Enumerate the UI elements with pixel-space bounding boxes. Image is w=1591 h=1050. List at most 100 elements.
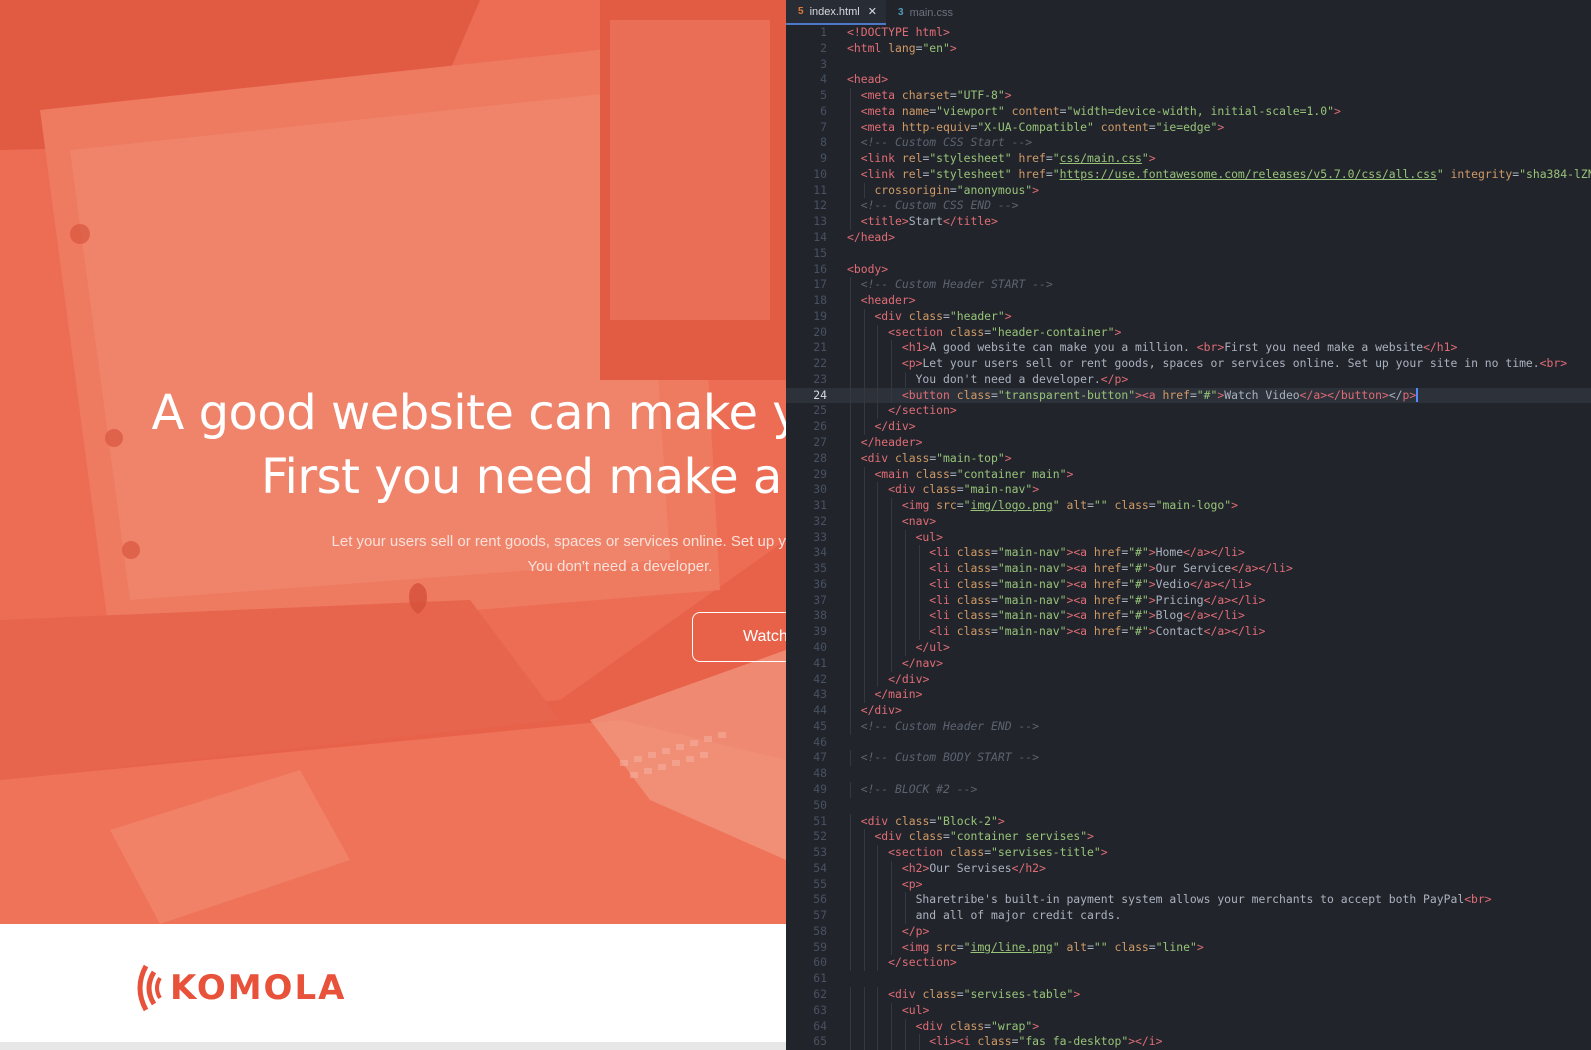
code-line[interactable]: 31 <img src="img/logo.png" alt="" class=… [786, 498, 1591, 514]
code-token: </ul> [915, 640, 950, 655]
code-area[interactable]: 1 <!DOCTYPE html> 2 <html lang="en"> 3 4 <head… [786, 25, 1591, 1050]
code-line[interactable]: 16 <body> [786, 262, 1591, 278]
code-token: <head> [847, 72, 889, 87]
code-line[interactable]: 56 Sharetribe's built-in payment system … [786, 892, 1591, 909]
code-text: crossorigin="anonymous"> [847, 183, 1039, 199]
code-line[interactable]: 57 and all of major credit cards. [786, 908, 1591, 924]
code-line[interactable]: 11 crossorigin="anonymous"> [786, 182, 1591, 199]
tab-main-css[interactable]: 3 main.css [890, 0, 978, 25]
code-line[interactable]: 64 <div class="wrap"> [786, 1018, 1591, 1035]
code-line[interactable]: 29 <main class="container main"> [786, 466, 1591, 483]
code-line[interactable]: 30 <div class="main-nav"> [786, 482, 1591, 499]
code-token: "" [1093, 939, 1108, 954]
code-line[interactable]: 34 <li class="main-nav"><a href="#">Home… [786, 545, 1591, 562]
code-line[interactable]: 41 </nav> [786, 655, 1591, 672]
watch-video-button[interactable]: Watch Video [692, 612, 786, 662]
code-line[interactable]: 33 <ul> [786, 529, 1591, 546]
code-line[interactable]: 51 <div class="Block-2"> [786, 813, 1591, 830]
code-line[interactable]: 1 <!DOCTYPE html> [786, 25, 1591, 41]
line-number: 29 [813, 466, 827, 481]
code-line[interactable]: 6 <meta name="viewport" content="width=d… [786, 103, 1591, 120]
code-line[interactable]: 7 <meta http-equiv = "X-UA-Compatible" con… [786, 119, 1591, 136]
code-token: class [977, 1034, 1012, 1049]
code-line[interactable]: 15 [786, 246, 1591, 262]
code-line[interactable]: 55 <p> [786, 876, 1591, 893]
code-line[interactable]: 59 <img src="img/line.png" alt="" class=… [786, 939, 1591, 956]
code-line[interactable]: 17 <!-- Custom Header START --> [786, 277, 1591, 294]
code-line[interactable]: 8 <!-- Custom CSS Start --> [786, 135, 1591, 152]
code-line[interactable]: 63 <ul> [786, 1002, 1591, 1019]
code-line[interactable]: 27 </header> [786, 435, 1591, 451]
code-line[interactable]: 50 [786, 798, 1591, 814]
code-token: "fas fa-desktop" [1018, 1034, 1129, 1049]
code-line[interactable]: 39 <li class="main-nav"><a href="#">Cont… [786, 624, 1591, 641]
code-line[interactable]: 36 <li class="main-nav"><a href="#">Vedi… [786, 576, 1591, 593]
code-line[interactable]: 37 <li class="main-nav"><a href="#">Pric… [786, 592, 1591, 609]
line-number: 21 [813, 340, 827, 355]
code-token: <a [1073, 624, 1094, 639]
code-text: </section> [847, 955, 957, 971]
code-line[interactable]: 20 <section class="header-container"> [786, 324, 1591, 341]
code-line[interactable]: 32 <nav> [786, 513, 1591, 530]
code-line[interactable]: 4 <head> [786, 72, 1591, 88]
code-line[interactable]: 9 <link rel="stylesheet" href="css/main.… [786, 151, 1591, 167]
code-token: > [1217, 119, 1225, 134]
code-line[interactable]: 21 <h1>A good website can make you a mil… [786, 340, 1591, 357]
code-line[interactable]: 23 You don't need a developer.</p> [786, 371, 1591, 388]
code-line[interactable]: 40 </ul> [786, 640, 1591, 656]
code-text: <img src="img/logo.png" alt="" class="ma… [847, 498, 1238, 514]
code-token: and all of major credit cards. [847, 908, 1122, 923]
code-token: class [908, 308, 944, 323]
code-line[interactable]: 25 </section> [786, 403, 1591, 420]
code-token: class [956, 624, 992, 639]
code-token: > [1148, 561, 1156, 576]
code-line[interactable]: 60 </section> [786, 955, 1591, 972]
code-line[interactable]: 49 <!-- BLOCK #2 --> [786, 781, 1591, 798]
code-line[interactable]: 38 <li class="main-nav"><a href="#">Blog… [786, 608, 1591, 625]
code-line[interactable]: 46 [786, 735, 1591, 751]
code-line[interactable]: 19 <div class="header"> [786, 308, 1591, 325]
code-token: " [1141, 151, 1149, 166]
code-token: "ie=edge" [1155, 119, 1218, 134]
code-line[interactable]: 47 <!-- Custom BODY START --> [786, 750, 1591, 767]
code-token: </section> [888, 955, 957, 970]
tab-label: main.css [909, 6, 953, 19]
code-line[interactable]: 2 <html lang="en"> [786, 41, 1591, 57]
code-line[interactable]: 22 <p>Let your users sell or rent goods,… [786, 356, 1591, 372]
code-line[interactable]: 13 <title>Start</title> [786, 214, 1591, 230]
code-line[interactable]: 12 <!-- Custom CSS END --> [786, 198, 1591, 215]
code-token: "main-nav" [997, 561, 1067, 576]
code-line[interactable]: 52 <div class="container servises"> [786, 829, 1591, 846]
code-line[interactable]: 61 [786, 971, 1591, 987]
code-token: </div> [874, 419, 916, 434]
code-line[interactable]: 18 <header> [786, 293, 1591, 309]
code-line[interactable]: 62 <div class="servises-table"> [786, 986, 1591, 1003]
code-line[interactable]: 65 <li><i class="fas fa-desktop"></i> [786, 1034, 1591, 1050]
code-line[interactable]: 5 <meta charset="UTF-8"> [786, 88, 1591, 104]
code-line[interactable]: 35 <li class="main-nav"><a href="#">Our … [786, 561, 1591, 577]
code-line[interactable]: 14 </head> [786, 230, 1591, 246]
line-number: 8 [820, 135, 827, 150]
code-line[interactable]: 44 </div> [786, 703, 1591, 719]
code-line[interactable]: 42 </div> [786, 671, 1591, 688]
code-line[interactable]: 24 <button class="transparent-button"><a… [786, 387, 1591, 404]
code-line[interactable]: 45 <!-- Custom Header END --> [786, 718, 1591, 735]
code-line[interactable]: 43 </main> [786, 687, 1591, 704]
code-line[interactable]: 10 <link rel="stylesheet" href="https://… [786, 166, 1591, 183]
code-line[interactable]: 3 [786, 57, 1591, 73]
code-line[interactable]: 48 [786, 766, 1591, 782]
code-line[interactable]: 54 <h2>Our Servises</h2> [786, 860, 1591, 877]
code-token: <div [874, 829, 909, 844]
code-line[interactable]: 26 </div> [786, 419, 1591, 436]
close-icon[interactable]: ✕ [868, 5, 877, 18]
site-logo[interactable]: KOMOLA [132, 962, 346, 1014]
code-line[interactable]: 53 <section class="servises-title"> [786, 845, 1591, 861]
code-token: = [1087, 498, 1094, 513]
code-line[interactable]: 58 </p> [786, 923, 1591, 940]
code-text: <li class="main-nav"><a href="#">Our Ser… [847, 561, 1293, 577]
code-line[interactable]: 28 <div class="main-top"> [786, 450, 1591, 467]
tab-index-html[interactable]: 5 index.html ✕ [786, 0, 886, 25]
